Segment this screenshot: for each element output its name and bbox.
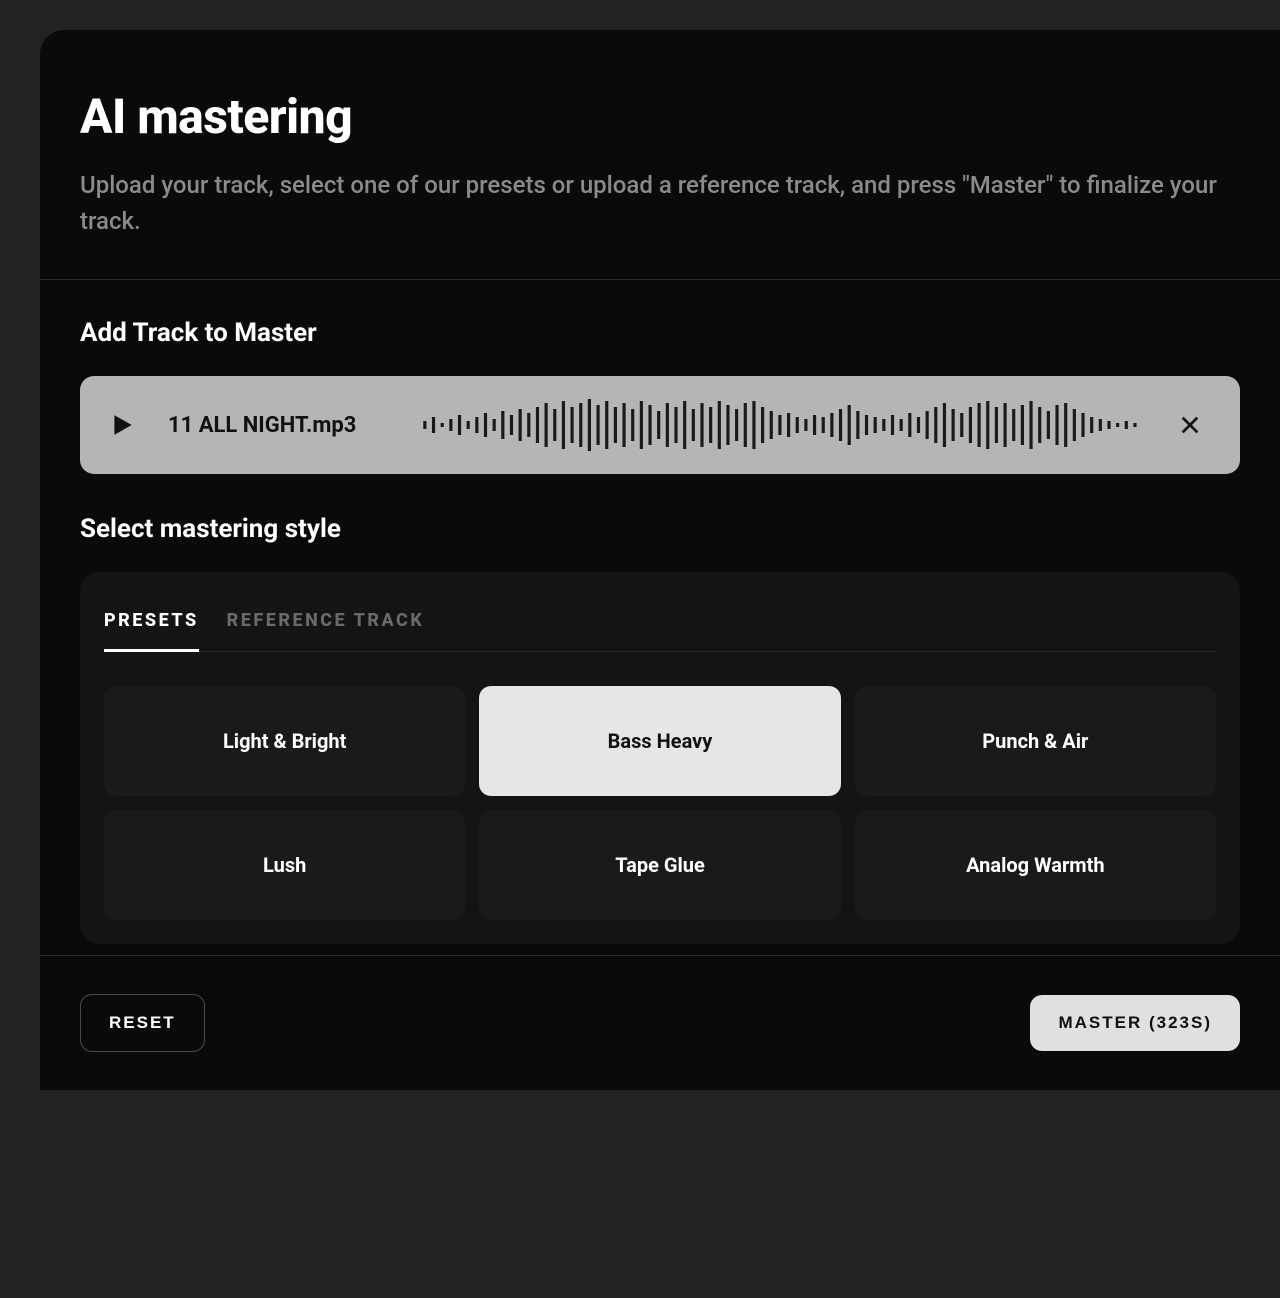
preset-grid: Light & Bright Bass Heavy Punch & Air Lu…	[104, 686, 1216, 920]
preset-tape-glue[interactable]: Tape Glue	[479, 810, 840, 920]
tab-presets[interactable]: PRESETS	[104, 600, 199, 652]
preset-light-bright[interactable]: Light & Bright	[104, 686, 465, 796]
page-title: AI mastering	[80, 88, 1240, 145]
preset-lush[interactable]: Lush	[104, 810, 465, 920]
add-track-title: Add Track to Master	[80, 318, 1240, 348]
track-item: 11 ALL NIGHT.mp3	[80, 376, 1240, 474]
preset-punch-air[interactable]: Punch & Air	[855, 686, 1216, 796]
track-filename: 11 ALL NIGHT.mp3	[168, 413, 356, 438]
mastering-card: AI mastering Upload your track, select o…	[40, 30, 1280, 1090]
master-button[interactable]: MASTER (323S)	[1030, 995, 1240, 1051]
style-panel: PRESETS REFERENCE TRACK Light & Bright B…	[80, 572, 1240, 944]
style-section: Select mastering style PRESETS REFERENCE…	[40, 504, 1280, 974]
play-button[interactable]	[102, 405, 142, 445]
track-waveform[interactable]	[422, 397, 1144, 453]
waveform-icon	[422, 397, 1144, 453]
add-track-section: Add Track to Master 11 ALL NIGHT.mp3	[40, 280, 1280, 504]
reset-button[interactable]: RESET	[80, 994, 205, 1052]
play-icon	[109, 412, 135, 438]
tab-reference-track[interactable]: REFERENCE TRACK	[227, 600, 425, 652]
remove-track-button[interactable]	[1170, 405, 1210, 445]
preset-analog-warmth[interactable]: Analog Warmth	[855, 810, 1216, 920]
style-tabs: PRESETS REFERENCE TRACK	[104, 600, 1216, 652]
preset-bass-heavy[interactable]: Bass Heavy	[479, 686, 840, 796]
style-title: Select mastering style	[80, 514, 1240, 544]
page-subtitle: Upload your track, select one of our pre…	[80, 167, 1240, 239]
card-header: AI mastering Upload your track, select o…	[40, 30, 1280, 280]
footer-bar: RESET MASTER (323S)	[40, 955, 1280, 1090]
close-icon	[1179, 414, 1201, 436]
